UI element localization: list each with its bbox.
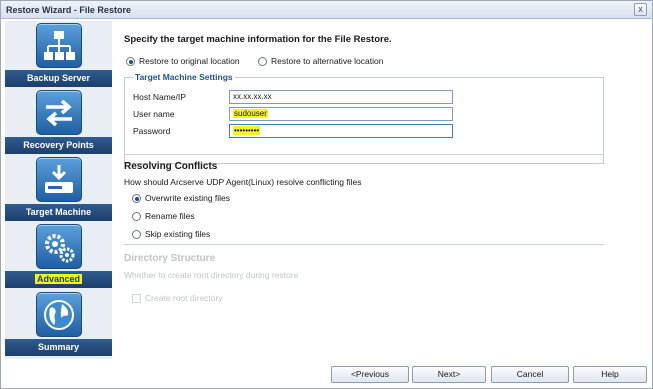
radio-overwrite[interactable]: Overwrite existing files xyxy=(132,193,230,203)
host-label: Host Name/IP xyxy=(133,92,186,102)
page-heading: Specify the target machine information f… xyxy=(124,34,392,45)
restore-wizard-window: Restore Wizard - File Restore x Backup S… xyxy=(0,0,653,389)
create-root-directory-option[interactable]: Create root directory xyxy=(132,293,222,303)
globe-icon xyxy=(36,292,82,337)
previous-button[interactable]: <Previous xyxy=(331,366,409,383)
radio-skip[interactable]: Skip existing files xyxy=(132,229,210,239)
radio-alternative-location[interactable]: Restore to alternative location xyxy=(258,56,383,66)
close-button[interactable]: x xyxy=(634,3,647,16)
radio-rename[interactable]: Rename files xyxy=(132,211,195,221)
main-panel: Specify the target machine information f… xyxy=(118,21,648,361)
directory-title: Directory Structure xyxy=(124,253,216,264)
radio-button[interactable] xyxy=(258,56,267,66)
divider xyxy=(124,154,604,155)
cancel-button[interactable]: Cancel xyxy=(491,366,569,383)
step-label: Summary xyxy=(5,339,112,356)
password-input[interactable]: ••••••••• xyxy=(229,124,453,138)
create-root-directory-checkbox[interactable] xyxy=(132,293,141,303)
title-bar[interactable]: Restore Wizard - File Restore x xyxy=(1,1,652,19)
gears-icon xyxy=(36,224,82,269)
step-label: Backup Server xyxy=(5,70,112,87)
username-input[interactable]: sudouser xyxy=(229,107,453,121)
window-title: Restore Wizard - File Restore xyxy=(6,5,131,15)
directory-subtitle: Whether to create root directory during … xyxy=(124,270,299,280)
wizard-footer: <Previous Next> Cancel Help xyxy=(118,366,648,384)
password-label: Password xyxy=(133,126,171,136)
step-recovery-points[interactable]: Recovery Points xyxy=(5,89,112,155)
host-input[interactable]: xx.xx.xx.xx xyxy=(229,90,453,104)
server-network-icon xyxy=(36,23,82,68)
step-advanced[interactable]: Advanced xyxy=(5,223,112,289)
radio-button[interactable] xyxy=(132,193,141,203)
conflicts-title: Resolving Conflicts xyxy=(124,161,218,172)
divider xyxy=(124,244,604,245)
group-legend: Target Machine Settings xyxy=(133,72,235,82)
target-machine-settings: Target Machine Settings Host Name/IP xx.… xyxy=(124,72,604,164)
help-button[interactable]: Help xyxy=(573,366,647,383)
exchange-arrows-icon xyxy=(36,90,82,135)
step-label: Target Machine xyxy=(5,204,112,221)
wizard-steps-sidebar: Backup Server Recovery Points Target Mac… xyxy=(5,21,112,359)
step-label: Recovery Points xyxy=(5,137,112,154)
username-label: User name xyxy=(133,109,175,119)
next-button[interactable]: Next> xyxy=(412,366,486,383)
step-summary[interactable]: Summary xyxy=(5,291,112,357)
step-backup-server[interactable]: Backup Server xyxy=(5,22,112,88)
conflicts-subtitle: How should Arcserve UDP Agent(Linux) res… xyxy=(124,177,362,187)
radio-button[interactable] xyxy=(126,56,135,66)
radio-original-location[interactable]: Restore to original location xyxy=(126,56,240,66)
radio-button[interactable] xyxy=(132,229,141,239)
radio-button[interactable] xyxy=(132,211,141,221)
step-target-machine[interactable]: Target Machine xyxy=(5,156,112,222)
download-drive-icon xyxy=(36,157,82,202)
step-label: Advanced xyxy=(5,271,112,288)
